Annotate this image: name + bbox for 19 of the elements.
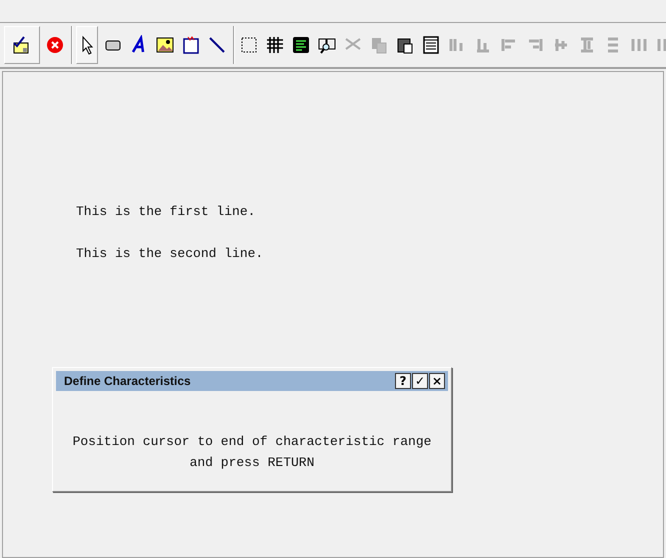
image-icon <box>155 35 175 55</box>
dialog-title: Define Characteristics <box>64 374 192 388</box>
dialog-message: Position cursor to end of characteristic range <box>72 433 432 451</box>
toolbar-button[interactable] <box>4 26 40 64</box>
copy-icon <box>369 35 389 55</box>
help-button[interactable]: ? <box>395 373 411 389</box>
line-icon <box>207 35 227 55</box>
selection-icon <box>239 35 259 55</box>
cancel-icon <box>45 35 65 55</box>
note-icon <box>181 35 201 55</box>
list-icon <box>291 35 311 55</box>
confirm-button[interactable]: ✓ <box>412 373 428 389</box>
dialog-message: and press RETURN <box>188 454 316 472</box>
text-line: This is the second line. <box>76 245 264 263</box>
text-line: This is the first line. <box>76 203 256 221</box>
table-icon <box>421 35 441 55</box>
grid-icon <box>265 35 285 55</box>
close-button[interactable]: × <box>429 373 445 389</box>
toolbar-button[interactable] <box>76 26 98 64</box>
